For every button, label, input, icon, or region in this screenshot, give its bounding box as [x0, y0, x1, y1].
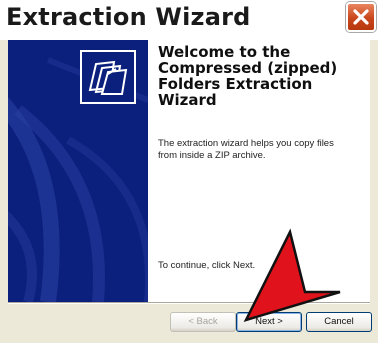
- close-icon: [353, 9, 369, 25]
- continue-instruction: To continue, click Next.: [158, 260, 256, 271]
- heading-line: Wizard: [158, 91, 217, 109]
- title-bar[interactable]: Extraction Wizard: [0, 0, 378, 40]
- description-line: from inside a ZIP archive.: [158, 150, 266, 161]
- close-button[interactable]: [346, 2, 376, 32]
- cancel-button[interactable]: Cancel: [306, 312, 372, 332]
- welcome-heading: Welcome to the Compressed (zipped) Folde…: [158, 44, 363, 108]
- button-separator: [8, 302, 370, 304]
- window-title: Extraction Wizard: [6, 3, 251, 31]
- heading-line: Folders Extraction: [158, 75, 313, 93]
- side-panel: [8, 40, 148, 302]
- wizard-content: Welcome to the Compressed (zipped) Folde…: [8, 40, 370, 302]
- description-text: The extraction wizard helps you copy fil…: [158, 138, 363, 162]
- back-button[interactable]: < Back: [170, 312, 236, 332]
- folders-icon: [80, 50, 136, 104]
- next-button[interactable]: Next >: [236, 312, 302, 332]
- heading-line: Welcome to the: [158, 43, 291, 61]
- heading-line: Compressed (zipped): [158, 59, 338, 77]
- wizard-window: Extraction Wizard Welcome to the Compres…: [0, 0, 378, 343]
- description-line: The extraction wizard helps you copy fil…: [158, 138, 334, 149]
